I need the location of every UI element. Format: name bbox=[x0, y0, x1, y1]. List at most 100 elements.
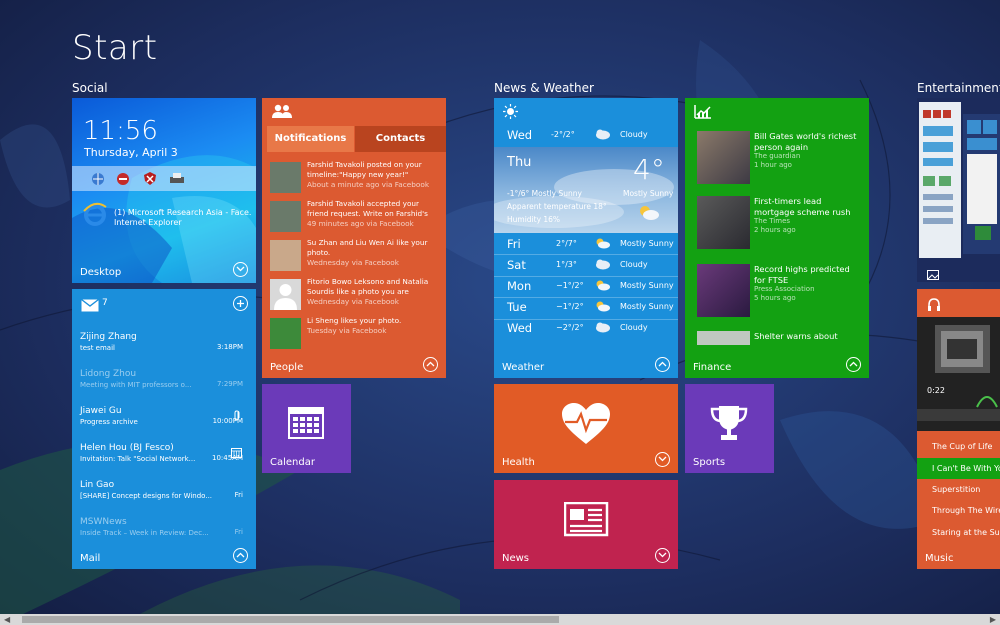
notification-item[interactable]: Su Zhan and Liu Wen Ai like your photo. W… bbox=[270, 238, 440, 272]
group-title-entertainment[interactable]: Entertainment bbox=[917, 81, 1000, 95]
finance-label: Finance bbox=[693, 362, 732, 373]
calendar-tile[interactable]: Calendar bbox=[262, 384, 351, 473]
notification-item[interactable]: Li Sheng likes your photo. Tuesday via Fa… bbox=[270, 316, 440, 350]
people-tile[interactable]: Notifications Contacts Farshid Tavakoli … bbox=[262, 98, 446, 378]
scroll-left-arrow-icon[interactable]: ◀ bbox=[4, 615, 10, 624]
chevron-up-icon[interactable] bbox=[846, 357, 861, 372]
mail-item[interactable]: Helen Hou (BJ Fesco) Invitation: Talk "S… bbox=[80, 443, 243, 463]
mail-sender: Helen Hou (BJ Fesco) bbox=[80, 443, 174, 453]
group-title-social[interactable]: Social bbox=[72, 81, 108, 95]
news-thumbnail bbox=[697, 331, 750, 345]
calendar-icon bbox=[288, 407, 324, 443]
headline: Bill Gates world's richest person again bbox=[754, 131, 857, 152]
chevron-up-icon[interactable] bbox=[233, 548, 248, 563]
ie-app-name: Internet Explorer bbox=[114, 218, 182, 227]
weather-today-panel: Thu 4° Mostly Sunny -1°/6° Mostly Sunny … bbox=[494, 147, 678, 233]
weather-temp: -2°/2° bbox=[551, 130, 575, 139]
cloud-icon bbox=[594, 128, 611, 143]
printer-icon bbox=[168, 171, 186, 190]
song-item[interactable]: Through The Wire bbox=[917, 500, 1000, 521]
mail-label: Mail bbox=[80, 553, 101, 564]
notification-text: Su Zhan and Liu Wen Ai like your photo. bbox=[307, 238, 428, 257]
weather-day: Sat bbox=[507, 258, 526, 272]
weather-day: Wed bbox=[507, 128, 533, 142]
news-tile[interactable]: News bbox=[494, 480, 678, 569]
avatar bbox=[270, 279, 301, 310]
headphones-icon bbox=[927, 296, 941, 315]
scrollbar-thumb[interactable] bbox=[22, 616, 559, 623]
mail-item[interactable]: Jiawei Gu Progress archive 10:00PM bbox=[80, 406, 243, 426]
plus-icon[interactable] bbox=[233, 296, 248, 311]
notification-item[interactable]: Fitorio Bowo Leksono and Natalia Sourdis… bbox=[270, 277, 440, 311]
mail-sender: Zijing Zhang bbox=[80, 332, 137, 342]
news-thumbnail bbox=[697, 264, 750, 317]
music-tile[interactable]: 0:22 The Cup of Life I Can't Be With You… bbox=[917, 289, 1000, 569]
partly-sunny-icon bbox=[636, 203, 660, 225]
forecast-row: Wed −2°/2° Cloudy bbox=[494, 318, 678, 339]
mail-item[interactable]: Lidong Zhou Meeting with MIT professors … bbox=[80, 369, 243, 389]
cloud-icon bbox=[594, 258, 611, 273]
headline: Record highs predicted for FTSE bbox=[754, 264, 850, 285]
group-title-news-weather[interactable]: News & Weather bbox=[494, 81, 594, 95]
mail-item[interactable]: Lin Gao [SHARE] Concept designs for Wind… bbox=[80, 480, 243, 500]
avatar bbox=[270, 240, 301, 271]
envelope-icon bbox=[81, 297, 99, 316]
mail-item[interactable]: Zijing Zhang test email 3:18PM bbox=[80, 332, 243, 352]
chevron-down-icon[interactable] bbox=[233, 262, 248, 277]
weather-condition: Cloudy bbox=[620, 323, 648, 332]
song-item-playing[interactable]: I Can't Be With You bbox=[917, 458, 1000, 479]
scroll-right-arrow-icon[interactable]: ▶ bbox=[990, 615, 996, 624]
mail-subject: Inside Track – Week in Review: Dec... bbox=[80, 529, 209, 537]
forecast-row: Mon −1°/2° Mostly Sunny bbox=[494, 276, 678, 297]
sports-label: Sports bbox=[693, 457, 726, 468]
news-item[interactable]: First-timers lead mortgage scheme rush Th… bbox=[697, 196, 863, 249]
health-tile[interactable]: Health bbox=[494, 384, 678, 473]
album-art bbox=[917, 317, 1000, 431]
weather-today-temp: 4° bbox=[633, 153, 665, 186]
news-source: Press Association bbox=[754, 285, 815, 293]
desktop-tile[interactable]: 11:56 Thursday, April 3 (1) Microsoft Re… bbox=[72, 98, 256, 283]
sports-tile[interactable]: Sports bbox=[685, 384, 774, 473]
mail-tile[interactable]: 7 Zijing Zhang test email 3:18PM Lidong … bbox=[72, 289, 256, 569]
music-progress-time: 0:22 bbox=[927, 386, 945, 395]
news-item[interactable]: Bill Gates world's richest person again T… bbox=[697, 131, 863, 184]
health-label: Health bbox=[502, 457, 535, 468]
chevron-down-icon[interactable] bbox=[655, 452, 670, 467]
forecast-row: Tue −1°/2° Mostly Sunny bbox=[494, 297, 678, 318]
chevron-up-icon[interactable] bbox=[423, 357, 438, 372]
news-item[interactable]: Record highs predicted for FTSE Press Ass… bbox=[697, 264, 863, 317]
weather-label: Weather bbox=[502, 362, 545, 373]
mail-unread-count: 7 bbox=[102, 298, 108, 308]
news-thumbnail bbox=[697, 196, 750, 249]
notification-item[interactable]: Farshid Tavakoli accepted your friend re… bbox=[270, 199, 440, 233]
calendar-label: Calendar bbox=[270, 457, 315, 468]
store-preview bbox=[917, 98, 1000, 282]
internet-explorer-icon bbox=[82, 201, 108, 231]
network-icon bbox=[90, 171, 106, 190]
tab-contacts[interactable]: Contacts bbox=[355, 126, 446, 152]
horizontal-scrollbar[interactable]: ◀ ▶ bbox=[0, 614, 1000, 625]
store-tile[interactable] bbox=[917, 98, 1000, 282]
notification-item[interactable]: Farshid Tavakoli posted on your timeline… bbox=[270, 160, 440, 194]
song-item[interactable]: The Cup of Life bbox=[917, 436, 1000, 457]
news-thumbnail bbox=[697, 131, 750, 184]
song-item[interactable]: Staring at the Sun bbox=[917, 522, 1000, 543]
notification-meta: 49 minutes ago via Facebook bbox=[307, 219, 414, 228]
finance-tile[interactable]: Bill Gates world's richest person again T… bbox=[685, 98, 869, 378]
shield-warning-icon bbox=[142, 171, 158, 190]
chevron-down-icon[interactable] bbox=[655, 548, 670, 563]
song-item[interactable]: Superstition bbox=[917, 479, 1000, 500]
music-label: Music bbox=[925, 553, 954, 564]
sun-icon bbox=[503, 104, 518, 123]
weather-temp: 1°/3° bbox=[556, 260, 577, 269]
forecast-row: Fri 2°/7° Mostly Sunny bbox=[494, 234, 678, 255]
notification-text: Fitorio Bowo Leksono and Natalia Sourdis… bbox=[307, 277, 429, 296]
headline: Shelter warns about bbox=[754, 331, 838, 341]
newspaper-icon bbox=[563, 501, 610, 542]
weather-tile[interactable]: Wed -2°/2° Cloudy Thu 4° Mostly Sunny -1… bbox=[494, 98, 678, 378]
tab-notifications[interactable]: Notifications bbox=[267, 126, 354, 152]
mail-item[interactable]: MSWNews Inside Track – Week in Review: D… bbox=[80, 517, 243, 537]
chevron-up-icon[interactable] bbox=[655, 357, 670, 372]
news-item[interactable]: Shelter warns about bbox=[697, 331, 863, 345]
weather-condition: Mostly Sunny bbox=[620, 239, 674, 248]
